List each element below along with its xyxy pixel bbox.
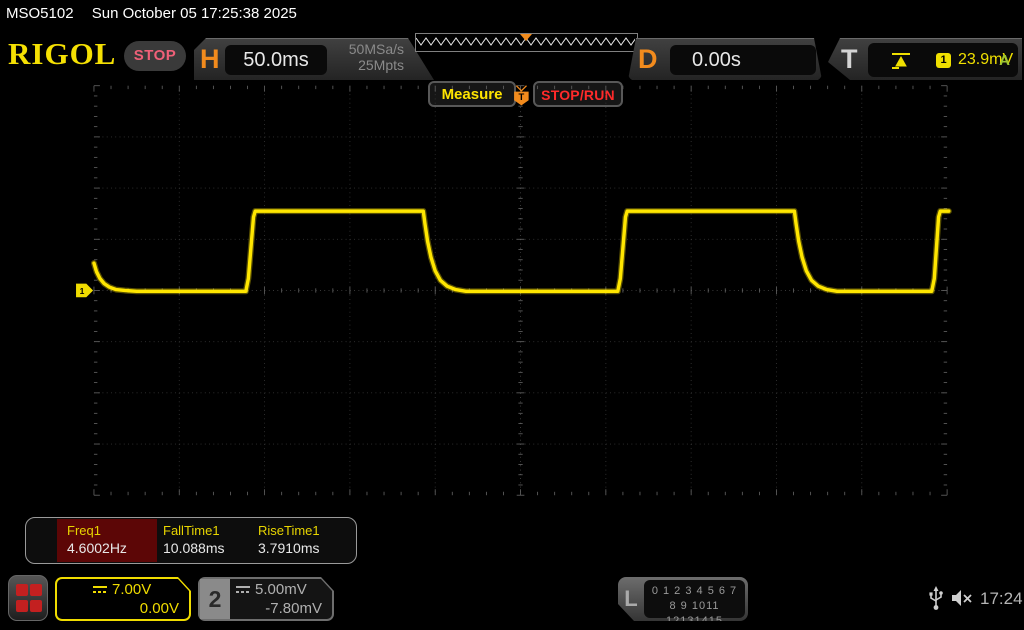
channel-2-offset[interactable]: -7.80mV (265, 600, 322, 617)
trigger-source-badge: 1 (936, 53, 951, 68)
grid-square-icon (30, 584, 42, 596)
menu-grid-button[interactable] (8, 575, 48, 621)
run-state-badge: STOP (124, 41, 186, 71)
channel-2-panel[interactable]: 2 5.00mV -7.80mV (198, 577, 334, 621)
dc-coupling-icon (235, 585, 251, 595)
waveform-display: T1 (0, 84, 1024, 572)
channel-1-badge[interactable]: 1 (57, 579, 87, 619)
logic-channels-panel[interactable]: L 0 1 2 3 4 5 6 7 8 9 1011 12131415 (618, 577, 748, 621)
delay-panel[interactable]: D 0.00s (628, 38, 822, 81)
delay-value[interactable]: 0.00s (670, 45, 816, 75)
speaker-muted-icon[interactable] (950, 587, 974, 609)
trigger-position-chevron-icon (516, 86, 526, 91)
clock-text: 17:24 (980, 589, 1023, 609)
trigger-label: T (841, 44, 858, 75)
measurement-value: 4.6002Hz (67, 540, 127, 556)
measurement-value: 10.088ms (163, 540, 224, 556)
model-name: MSO5102 (6, 5, 74, 22)
measurement-value: 3.7910ms (258, 540, 319, 556)
acquisition-info: 50MSa/s 25Mpts (328, 41, 404, 73)
rigol-logo: RIGOL (8, 36, 116, 72)
channel-1-offset[interactable]: 0.00V (140, 600, 179, 617)
logic-label: L (618, 586, 644, 612)
trigger-mode-badge: A (999, 52, 1010, 69)
trigger-position-label: T (519, 92, 525, 102)
dc-coupling-icon (92, 585, 108, 595)
trigger-panel[interactable]: T 1 23.9mV A (828, 38, 1022, 81)
waveform-preview-strip[interactable] (415, 33, 638, 52)
logic-row-2: 8 9 1011 12131415 (644, 599, 745, 629)
grid-square-icon (30, 600, 42, 612)
measurement-results-box[interactable]: Freq1 4.6002Hz FallTime1 10.088ms RiseTi… (25, 517, 357, 564)
channel-2-scale[interactable]: 5.00mV (255, 581, 307, 598)
logic-row-1: 0 1 2 3 4 5 6 7 (644, 584, 745, 599)
oscilloscope-screen: { "top_bar": { "model": "MSO5102", "date… (0, 0, 1024, 630)
measurement-name[interactable]: FallTime1 (163, 523, 220, 538)
status-bar: MSO5102 Sun October 05 17:25:38 2025 (0, 0, 1024, 28)
ch1-waveform-trace (94, 211, 949, 291)
channel-2-badge[interactable]: 2 (200, 579, 230, 619)
memory-depth: 25Mpts (328, 57, 404, 73)
channel-1-scale[interactable]: 7.00V (112, 581, 151, 598)
usb-icon (928, 586, 944, 612)
logic-channel-list: 0 1 2 3 4 5 6 7 8 9 1011 12131415 (644, 580, 745, 618)
sample-rate: 50MSa/s (328, 41, 404, 57)
measurement-name[interactable]: Freq1 (67, 523, 101, 538)
grid-square-icon (16, 600, 28, 612)
bottom-status-bar: 1 7.00V 0.00V 2 (0, 570, 1024, 630)
delay-label: D (638, 44, 658, 75)
edge-trigger-icon (890, 52, 912, 70)
header-toolbar: RIGOL STOP H 50.0ms 50MSa/s 25Mpts Measu… (0, 28, 1024, 84)
preview-trigger-position-icon[interactable] (520, 34, 532, 41)
channel-1-level-marker[interactable] (76, 284, 93, 298)
horizontal-panel[interactable]: H 50.0ms 50MSa/s 25Mpts (194, 38, 434, 81)
datetime-text: Sun October 05 17:25:38 2025 (92, 5, 297, 22)
grid-square-icon (16, 584, 28, 596)
horizontal-label: H (200, 44, 220, 75)
channel-1-panel[interactable]: 1 7.00V 0.00V (55, 577, 191, 621)
timebase-value[interactable]: 50.0ms (225, 45, 327, 75)
trigger-inset[interactable]: 1 23.9mV A (868, 43, 1018, 77)
ch1-waveform-trace (94, 211, 949, 291)
measurement-name[interactable]: RiseTime1 (258, 523, 320, 538)
channel-1-marker-label: 1 (80, 286, 85, 296)
